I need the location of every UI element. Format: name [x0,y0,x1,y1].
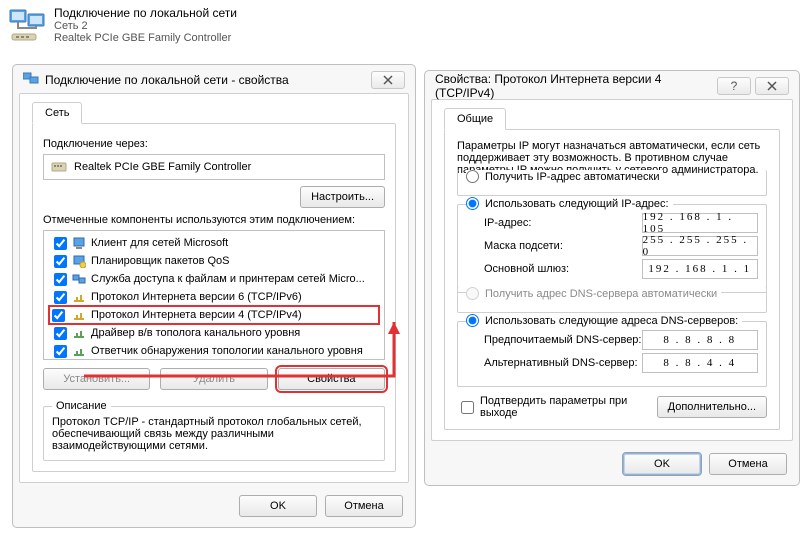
radio-manual-ip[interactable] [466,197,479,210]
tab-general[interactable]: Общие [444,108,506,130]
confirm-label: Подтвердить параметры при выходе [480,395,657,419]
connection-title: Подключение по локальной сети [54,6,237,20]
ip-label: IP-адрес: [484,217,642,229]
dialog-title: Свойства: Протокол Интернета версии 4 (T… [435,72,717,100]
dns2-input[interactable]: 8 . 8 . 4 . 4 [642,353,758,373]
components-list[interactable]: Клиент для сетей Microsoft Планировщик п… [43,230,385,360]
protocol-icon [71,289,87,305]
component-checkbox[interactable] [54,237,67,250]
ok-button[interactable]: OK [623,453,701,475]
gateway-label: Основной шлюз: [484,263,642,275]
qos-icon [71,253,87,269]
mask-input[interactable]: 255 . 255 . 255 . 0 [642,236,758,256]
advanced-button[interactable]: Дополнительно... [657,396,767,418]
close-button[interactable] [755,77,789,95]
client-icon [71,235,87,251]
radio-manual-dns[interactable] [466,314,479,327]
network-adapter-icon [8,7,48,43]
dialog-title: Подключение по локальной сети - свойства [45,73,289,87]
connection-network: Сеть 2 [54,20,237,32]
description-text: Протокол TCP/IP - стандартный протокол г… [52,416,376,452]
help-icon: ? [731,79,738,93]
network-adapter-small-icon [23,72,39,89]
ip-input[interactable]: 192 . 168 . 1 . 105 [642,213,758,233]
connection-properties-dialog: Подключение по локальной сети - свойства… [12,64,416,528]
configure-button[interactable]: Настроить... [300,186,385,208]
list-item: Служба доступа к файлам и принтерам сете… [44,270,384,288]
connection-adapter: Realtek PCIe GBE Family Controller [54,32,237,44]
remove-button[interactable]: Удалить [160,368,267,390]
component-checkbox[interactable] [52,309,65,322]
list-item: Драйвер в/в тополога канального уровня [44,324,384,342]
description-legend: Описание [52,400,111,412]
install-button[interactable]: Установить... [43,368,150,390]
ipv4-properties-dialog: Свойства: Протокол Интернета версии 4 (T… [424,70,800,486]
protocol-icon [71,307,87,323]
close-button[interactable] [371,71,405,89]
component-checkbox[interactable] [54,327,67,340]
list-item-selected: Протокол Интернета версии 4 (TCP/IPv4) [48,305,380,325]
radio-auto-ip[interactable] [466,170,479,183]
properties-button[interactable]: Свойства [278,368,385,390]
connection-header: Подключение по локальной сети Сеть 2 Rea… [4,4,803,44]
file-share-icon [71,271,87,287]
cancel-button[interactable]: Отмена [325,495,403,517]
cancel-button[interactable]: Отмена [709,453,787,475]
connect-through-label: Подключение через: [43,138,385,150]
components-label: Отмеченные компоненты используются этим … [43,214,385,226]
adapter-name: Realtek PCIe GBE Family Controller [74,161,251,173]
component-checkbox[interactable] [54,345,67,358]
tab-network[interactable]: Сеть [32,102,82,124]
gateway-input[interactable]: 192 . 168 . 1 . 1 [642,259,758,279]
component-checkbox[interactable] [54,273,67,286]
radio-auto-dns [466,287,479,300]
confirm-checkbox[interactable] [461,401,474,414]
list-item: Протокол Интернета версии 6 (TCP/IPv6) [44,288,384,306]
ok-button[interactable]: OK [239,495,317,517]
mask-label: Маска подсети: [484,240,642,252]
list-item: Ответчик обнаружения топологии канальног… [44,342,384,360]
dns1-input[interactable]: 8 . 8 . 8 . 8 [642,330,758,350]
dns1-label: Предпочитаемый DNS-сервер: [484,334,642,346]
list-item: Клиент для сетей Microsoft [44,234,384,252]
radio-auto-ip-row: Получить IP-адрес автоматически [466,170,663,183]
driver-icon [71,325,87,341]
dns2-label: Альтернативный DNS-сервер: [484,357,642,369]
responder-icon [71,343,87,359]
nic-icon [50,158,68,176]
adapter-field: Realtek PCIe GBE Family Controller [43,154,385,180]
component-checkbox[interactable] [54,255,67,268]
list-item: Планировщик пакетов QoS [44,252,384,270]
component-checkbox[interactable] [54,291,67,304]
help-button[interactable]: ? [717,77,751,95]
